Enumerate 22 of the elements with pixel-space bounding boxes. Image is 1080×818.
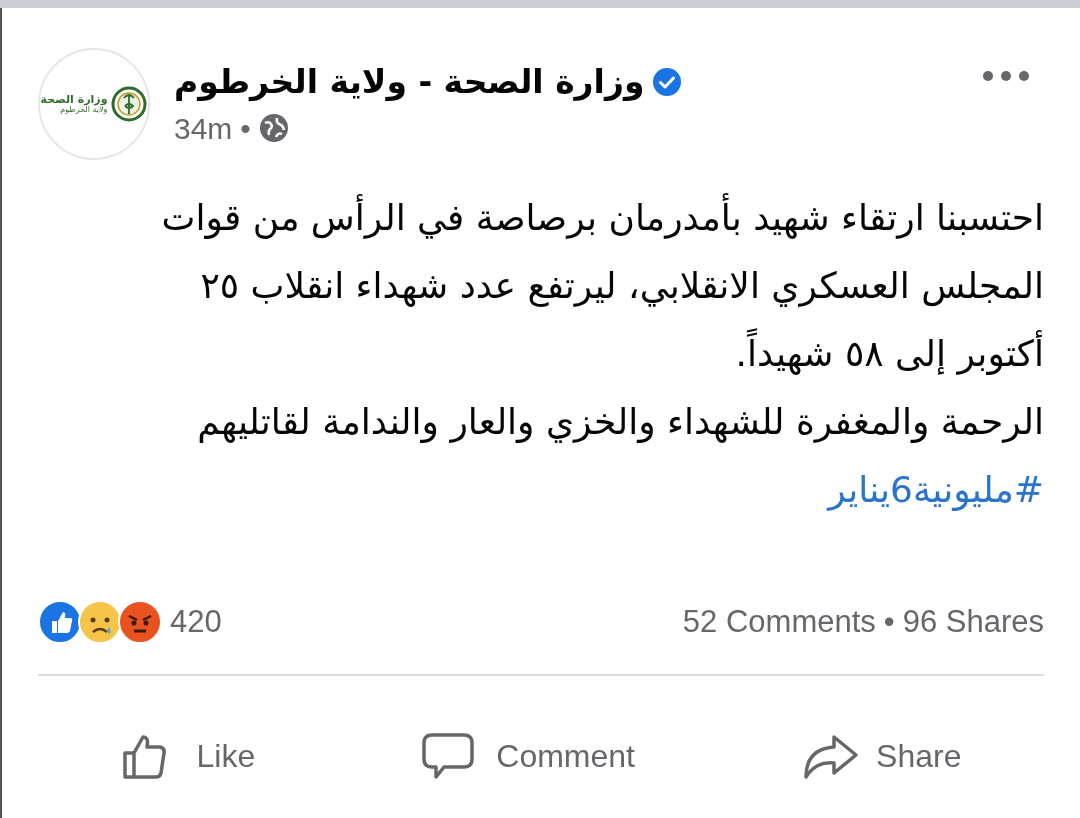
separator-dot: • [240, 110, 251, 147]
reaction-count[interactable]: 420 [170, 599, 222, 646]
more-options-icon[interactable] [982, 70, 1030, 82]
logo-text: وزارة الصحة [40, 93, 108, 106]
angry-reaction-icon [118, 600, 162, 645]
emblem-icon [111, 86, 148, 122]
post-time[interactable]: 34m [174, 105, 233, 151]
like-reaction-icon [38, 600, 82, 645]
sad-reaction-icon [78, 600, 122, 645]
globe-icon [258, 113, 289, 144]
action-button[interactable]: Like [114, 729, 262, 782]
comments-count[interactable]: 52 Comments [682, 599, 876, 646]
action-button[interactable]: Share [794, 729, 968, 782]
shares-count[interactable]: 96 Shares [902, 599, 1044, 646]
post-text: الرحمة والمغفرة للشهداء والخزي والعار والندامة لقاتليهم [196, 400, 1044, 445]
action-button[interactable]: Comment [414, 729, 641, 782]
post-text: احتسبنا ارتقاء شهيد بأمدرمان برصاصة في الرأس من قوات المجلس العسكري الانقلابي، ليرتفع عدد شهداء انقلاب ٢٥ أكتوبر إلى ٥٨ شهيداً. [38, 184, 1044, 388]
avatar[interactable]: وزارة الصحة ولاية الخرطوم [38, 48, 150, 160]
logo-text: ولاية الخرطوم [59, 105, 108, 115]
hashtag-link[interactable]: #مليونية6يناير [828, 469, 1044, 510]
page-name[interactable]: وزارة الصحة - ولاية الخرطوم [174, 62, 645, 102]
separator-dot: • [883, 603, 895, 641]
